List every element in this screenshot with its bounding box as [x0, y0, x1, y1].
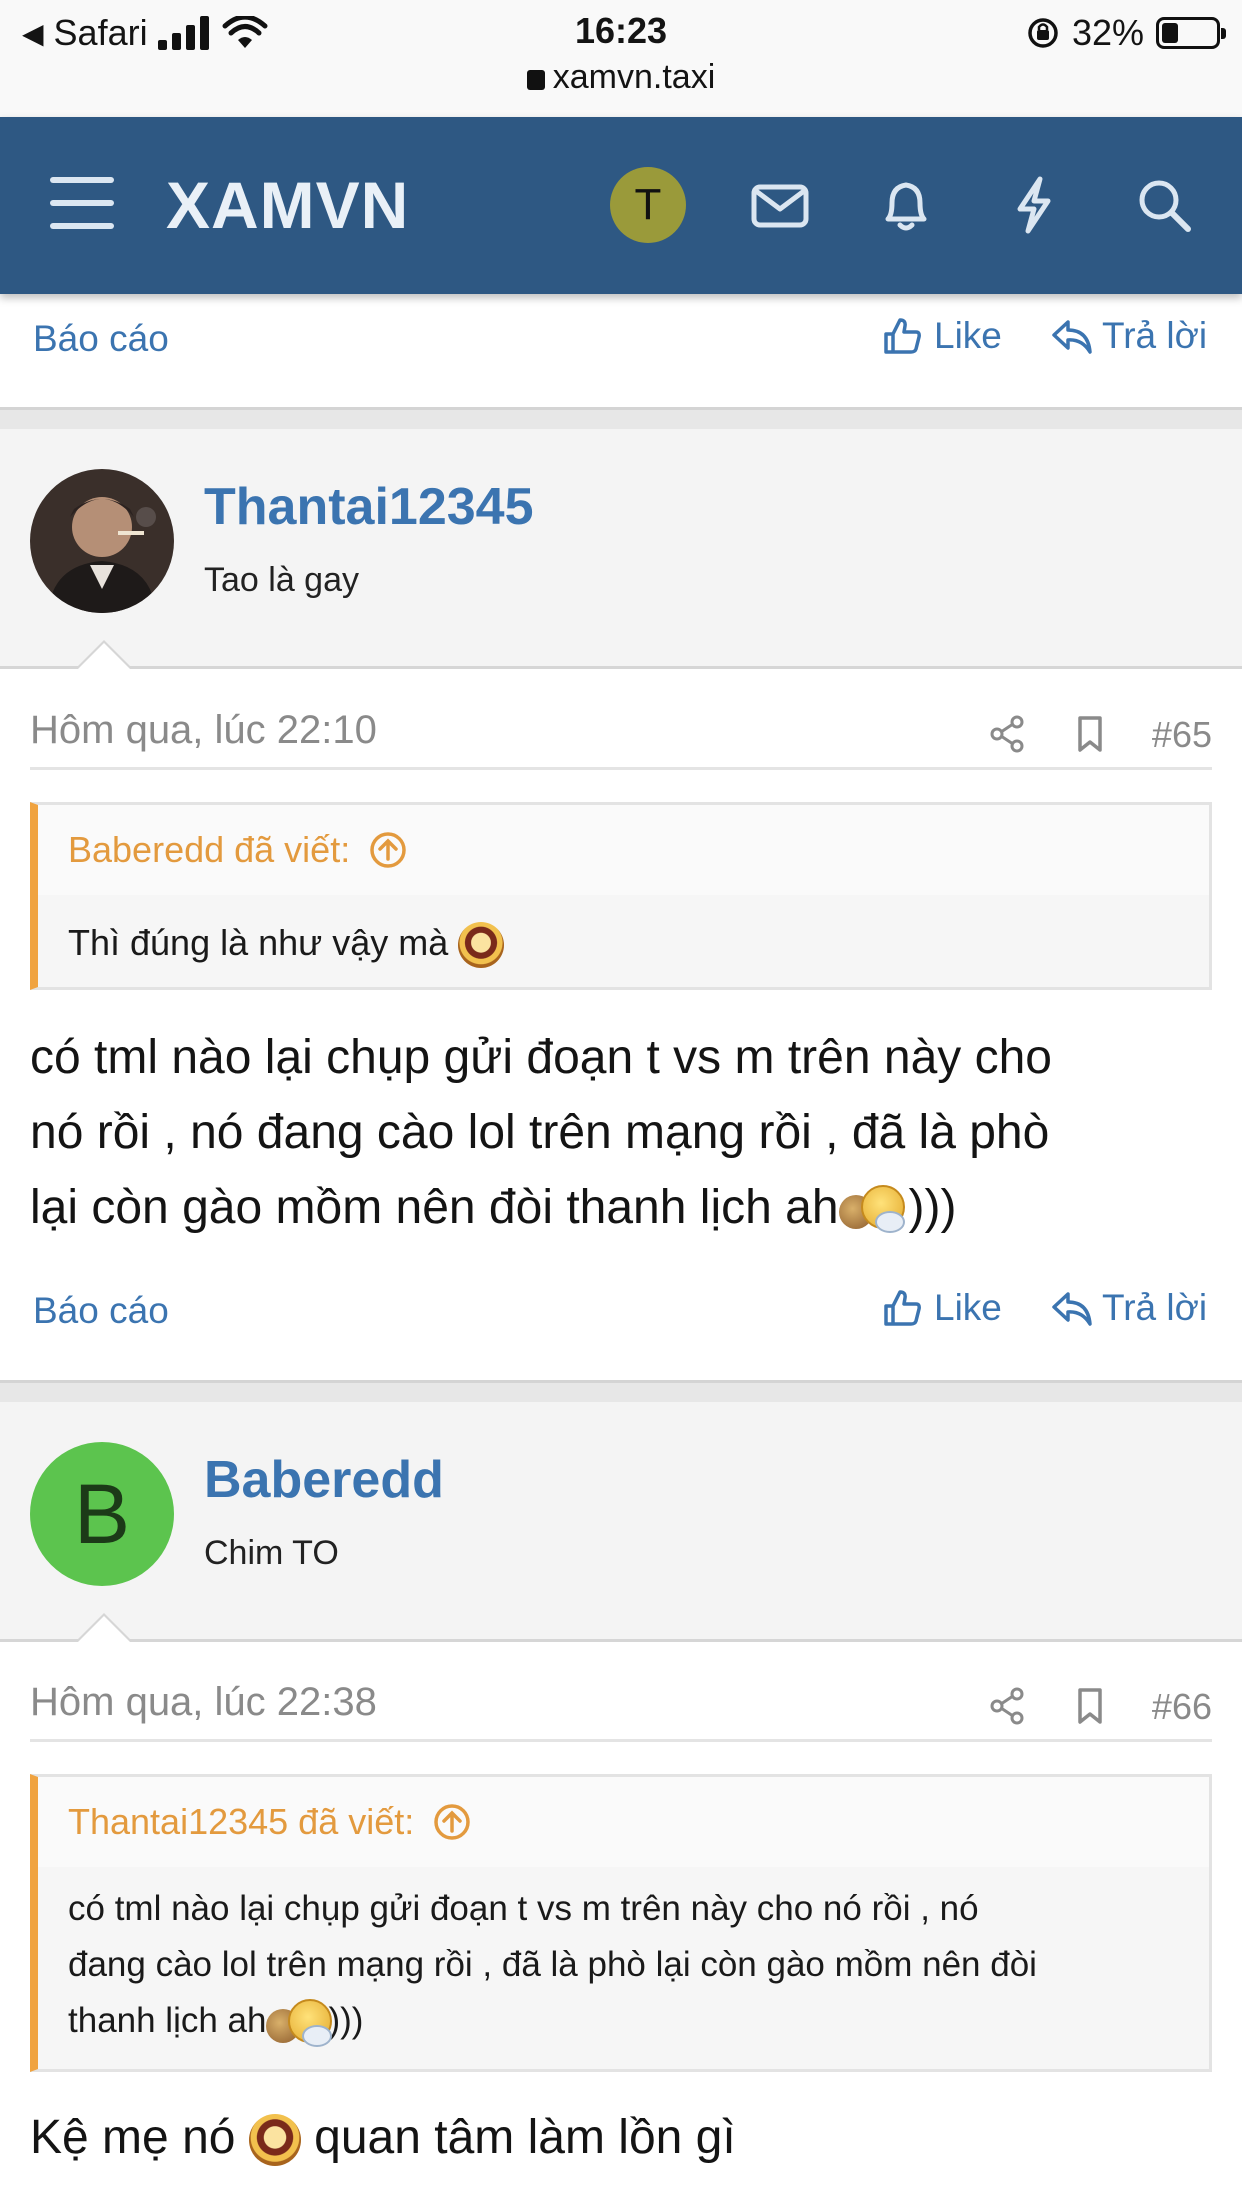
quote-body: Thì đúng là như vậy mà [38, 895, 1209, 993]
reply-label: Trả lời [1102, 1287, 1208, 1328]
share-icon[interactable] [985, 712, 1029, 756]
post-date[interactable]: Hôm qua, lúc 22:10 [30, 708, 377, 753]
quote-body: có tml nào lại chụp gửi đoạn t vs m trên… [38, 1867, 1209, 2071]
battery-percent: 32% [1071, 12, 1144, 53]
arrow-up-circle-icon[interactable] [368, 830, 408, 870]
post-number[interactable]: #66 [1152, 1686, 1212, 1728]
post-body: có tml nào lại chụp gửi đoạn t vs m trên… [30, 1020, 1220, 1245]
mail-icon[interactable] [748, 173, 812, 237]
post-text-line-last: lại còn gào mồm nên đòi thanh lịch ah))) [30, 1170, 1220, 1245]
share-icon[interactable] [985, 1684, 1029, 1728]
thumbs-up-icon [884, 318, 921, 354]
post-user-block: Thantai12345 Tao là gay [0, 429, 1242, 669]
battery-icon [1156, 17, 1226, 49]
post-text-before: Kệ mẹ nó [30, 2111, 236, 2164]
post-user-block: B Baberedd Chim TO [0, 1402, 1242, 1642]
bookmark-icon[interactable] [1068, 1684, 1112, 1728]
thumbs-up-icon [884, 1290, 921, 1326]
user-avatar-button[interactable]: T [610, 167, 686, 243]
arrow-up-circle-icon[interactable] [432, 1802, 472, 1842]
notch-decoration [78, 1616, 130, 1642]
quote-text-line: có tml nào lại chụp gửi đoạn t vs m trên… [68, 1889, 979, 1928]
orientation-lock-icon [1028, 18, 1058, 48]
quote-header: Baberedd đã viết: [38, 805, 1209, 895]
report-link[interactable]: Báo cáo [33, 318, 169, 360]
site-logo[interactable]: XAMVN [166, 167, 409, 243]
author-name[interactable]: Baberedd [204, 1450, 444, 1510]
quote-text: Thì đúng là như vậy mà [68, 922, 449, 963]
post-text-line: lại còn gào mồm nên đòi thanh lịch ah [30, 1181, 839, 1234]
post-text-after: quan tâm làm lồn gì [314, 2111, 736, 2164]
post-meta: Hôm qua, lúc 22:10 #65 [30, 690, 1212, 770]
post-text-line: nó rồi , nó đang cào lol trên mạng rồi ,… [30, 1106, 1050, 1159]
notch-decoration [78, 643, 130, 669]
menu-icon[interactable] [50, 177, 114, 233]
shout-emoji-icon [248, 2114, 301, 2167]
reply-icon [1052, 320, 1092, 354]
post-separator [0, 1380, 1242, 1402]
like-label: Like [934, 315, 1002, 356]
lock-icon [526, 70, 545, 90]
post-body: Kệ mẹ nó quan tâm làm lồn gì [30, 2100, 1220, 2175]
reply-icon [1052, 1292, 1092, 1326]
reply-button[interactable]: Trả lời [1050, 1286, 1207, 1330]
quote-header: Thantai12345 đã viết: [38, 1777, 1209, 1867]
report-link[interactable]: Báo cáo [33, 1290, 169, 1332]
lightning-icon[interactable] [1002, 173, 1066, 237]
status-bar: ◀ Safari 16:23 32% xamvn.taxi [0, 0, 1242, 117]
reply-label: Trả lời [1102, 315, 1208, 356]
quote-text-suffix: ))) [328, 2001, 364, 2040]
laugh-emoji-icon [838, 1185, 909, 1235]
post-text-line: có tml nào lại chụp gửi đoạn t vs m trên… [30, 1031, 1052, 1084]
user-title: Tao là gay [204, 561, 359, 599]
shout-emoji-icon [458, 922, 505, 969]
author-name[interactable]: Thantai12345 [204, 477, 534, 537]
post-actions: Báo cáo Like Trả lời [0, 1272, 1242, 1352]
like-label: Like [934, 1287, 1002, 1328]
reply-button[interactable]: Trả lời [1050, 314, 1207, 358]
post-separator [0, 407, 1242, 429]
post-text-suffix: ))) [908, 1181, 957, 1234]
quote-author[interactable]: Baberedd đã viết: [68, 829, 408, 871]
user-title: Chim TO [204, 1534, 339, 1572]
quote-text-line: thanh lịch ah [68, 2001, 267, 2040]
quote-text-line-last: thanh lịch ah))) [68, 1993, 1179, 2049]
quote-author-label: Baberedd đã viết: [68, 829, 351, 870]
quote-text-line: đang cào lol trên mạng rồi , đã là phò l… [68, 1945, 1037, 1984]
post-number[interactable]: #65 [1152, 714, 1212, 756]
site-header: XAMVN T [0, 117, 1242, 294]
search-icon[interactable] [1132, 173, 1196, 237]
bell-icon[interactable] [874, 173, 938, 237]
like-button[interactable]: Like [880, 314, 1002, 358]
quote-author[interactable]: Thantai12345 đã viết: [68, 1801, 472, 1843]
status-right: 32% [1026, 12, 1226, 54]
quote-author-label: Thantai12345 đã viết: [68, 1801, 415, 1842]
url-text: xamvn.taxi [552, 58, 716, 96]
bookmark-icon[interactable] [1068, 712, 1112, 756]
post-date[interactable]: Hôm qua, lúc 22:38 [30, 1680, 377, 1725]
laugh-emoji-icon [266, 1998, 333, 2047]
user-avatar[interactable]: B [30, 1442, 174, 1586]
quote-block: Thantai12345 đã viết: có tml nào lại chụ… [30, 1774, 1212, 2072]
post-actions: Báo cáo Like Trả lời [0, 300, 1242, 380]
user-avatar[interactable] [30, 469, 174, 613]
url-bar[interactable]: xamvn.taxi [0, 58, 1242, 97]
post-meta: Hôm qua, lúc 22:38 #66 [30, 1662, 1212, 1742]
like-button[interactable]: Like [880, 1286, 1002, 1330]
quote-block: Baberedd đã viết: Thì đúng là như vậy mà [30, 802, 1212, 990]
